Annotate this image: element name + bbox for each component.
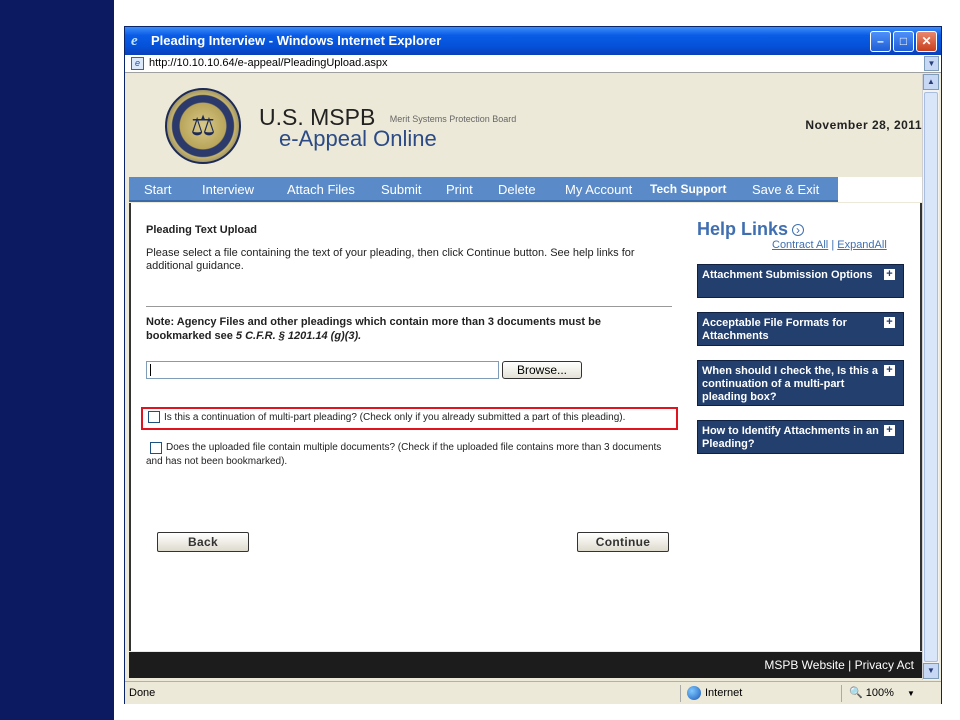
nav-print[interactable]: Print <box>446 177 473 202</box>
status-text: Done <box>129 687 156 699</box>
zoom-control[interactable]: 🔍 100% ▼ <box>849 682 915 704</box>
help-arrow-icon[interactable]: › <box>792 224 805 237</box>
help-item-label: How to Identify Attachments in an Pleadi… <box>702 425 879 450</box>
multiple-documents-checkbox-label[interactable]: Does the uploaded file contain multiple … <box>146 441 666 469</box>
nav-delete[interactable]: Delete <box>498 177 536 202</box>
status-separator <box>680 685 681 702</box>
page-icon: e <box>131 57 144 70</box>
maximize-button[interactable]: □ <box>893 31 914 52</box>
zoom-icon: 🔍 <box>849 687 863 699</box>
nav-attach-files[interactable]: Attach Files <box>287 177 355 202</box>
highlighted-continuation-row: Is this a continuation of multi-part ple… <box>141 407 678 430</box>
app-name: e-Appeal Online <box>279 126 437 151</box>
continuation-checkbox-label[interactable]: Is this a continuation of multi-part ple… <box>164 411 625 425</box>
nav-save-exit[interactable]: Save & Exit <box>752 177 819 202</box>
expand-plus-icon[interactable]: + <box>884 365 895 376</box>
nav-submit[interactable]: Submit <box>381 177 421 202</box>
file-path-input[interactable] <box>146 361 499 379</box>
nav-start[interactable]: Start <box>144 177 171 202</box>
help-item-continuation[interactable]: When should I check the, Is this a conti… <box>697 360 904 406</box>
scales-icon: ⚖ <box>190 109 216 142</box>
status-bar: Done Internet 🔍 100% ▼ <box>125 681 941 704</box>
help-item-identify-attachments[interactable]: How to Identify Attachments in an Pleadi… <box>697 420 904 454</box>
help-links-title-text: Help Links <box>697 219 789 239</box>
main-content: Pleading Text Upload Please select a fil… <box>129 203 922 651</box>
footer-separator: | <box>848 658 852 672</box>
section-title: Pleading Text Upload <box>146 224 258 236</box>
nav-end-spacer <box>838 177 922 202</box>
globe-icon <box>687 686 701 701</box>
internet-explorer-icon: e <box>131 33 138 49</box>
note-text: Note: Agency Files and other pleadings w… <box>146 316 601 342</box>
privacy-act-link[interactable]: Privacy Act <box>855 658 914 672</box>
help-links-separator: | <box>831 239 835 251</box>
help-item-file-formats[interactable]: Acceptable File Formats for Attachments … <box>697 312 904 346</box>
scroll-down-icon[interactable]: ▼ <box>923 663 939 679</box>
main-nav: Start Interview Attach Files Submit Prin… <box>129 177 922 202</box>
address-dropdown-icon[interactable]: ▼ <box>924 56 939 71</box>
browse-button[interactable]: Browse... <box>502 361 582 379</box>
back-button[interactable]: Back <box>157 532 249 552</box>
continuation-checkbox[interactable] <box>148 411 160 423</box>
scroll-up-icon[interactable]: ▲ <box>923 74 939 90</box>
help-item-label: Acceptable File Formats for Attachments <box>702 317 847 342</box>
address-bar[interactable]: e http://10.10.10.64/e-appeal/PleadingUp… <box>125 55 941 73</box>
status-separator <box>841 685 842 702</box>
vertical-scrollbar[interactable]: ▲ ▼ <box>922 74 939 680</box>
bookmark-note: Note: Agency Files and other pleadings w… <box>146 315 646 343</box>
zone-label: Internet <box>705 687 743 699</box>
help-expand-controls: Contract All | ExpandAll <box>772 239 887 251</box>
note-citation: 5 C.F.R. § 1201.14 (g)(3). <box>235 330 362 342</box>
divider <box>146 306 672 307</box>
help-item-label: Attachment Submission Options <box>702 269 873 281</box>
org-full-name: Merit Systems Protection Board <box>389 113 517 124</box>
slide-left-strip <box>0 0 114 720</box>
mspb-website-link[interactable]: MSPB Website <box>764 658 844 672</box>
zoom-dropdown-icon[interactable]: ▼ <box>907 689 915 698</box>
site-header: ⚖ U.S. MSPB Merit Systems Protection Boa… <box>129 74 922 178</box>
expand-plus-icon[interactable]: + <box>884 317 895 328</box>
browser-window: e Pleading Interview - Windows Internet … <box>124 26 942 704</box>
site-footer: MSPB Website | Privacy Act <box>129 652 922 678</box>
address-url[interactable]: http://10.10.10.64/e-appeal/PleadingUplo… <box>149 57 388 69</box>
nav-tech-support[interactable]: Tech Support <box>650 177 726 202</box>
footer-links: MSPB Website | Privacy Act <box>764 652 914 678</box>
nav-my-account[interactable]: My Account <box>565 177 632 202</box>
expand-plus-icon[interactable]: + <box>884 269 895 280</box>
help-links-title: Help Links › <box>697 219 805 240</box>
close-button[interactable]: ✕ <box>916 31 937 52</box>
expand-plus-icon[interactable]: + <box>884 425 895 436</box>
text-caret <box>150 364 151 376</box>
minimize-button[interactable]: – <box>870 31 891 52</box>
current-date: November 28, 2011 <box>805 118 922 132</box>
window-titlebar[interactable]: e Pleading Interview - Windows Internet … <box>125 27 941 55</box>
window-title: Pleading Interview - Windows Internet Ex… <box>151 33 442 48</box>
page-viewport: ⚖ U.S. MSPB Merit Systems Protection Boa… <box>129 74 922 680</box>
help-item-attachment-options[interactable]: Attachment Submission Options + <box>697 264 904 298</box>
nav-interview[interactable]: Interview <box>202 177 254 202</box>
security-zone: Internet <box>687 682 742 704</box>
zoom-level: 100% <box>865 687 894 699</box>
mspb-seal-logo: ⚖ <box>165 88 241 164</box>
expand-all-link[interactable]: ExpandAll <box>837 239 887 251</box>
scroll-thumb[interactable] <box>924 92 938 662</box>
instructions-text: Please select a file containing the text… <box>146 247 635 272</box>
help-item-label: When should I check the, Is this a conti… <box>702 365 879 403</box>
continue-button[interactable]: Continue <box>577 532 669 552</box>
contract-all-link[interactable]: Contract All <box>772 239 828 251</box>
